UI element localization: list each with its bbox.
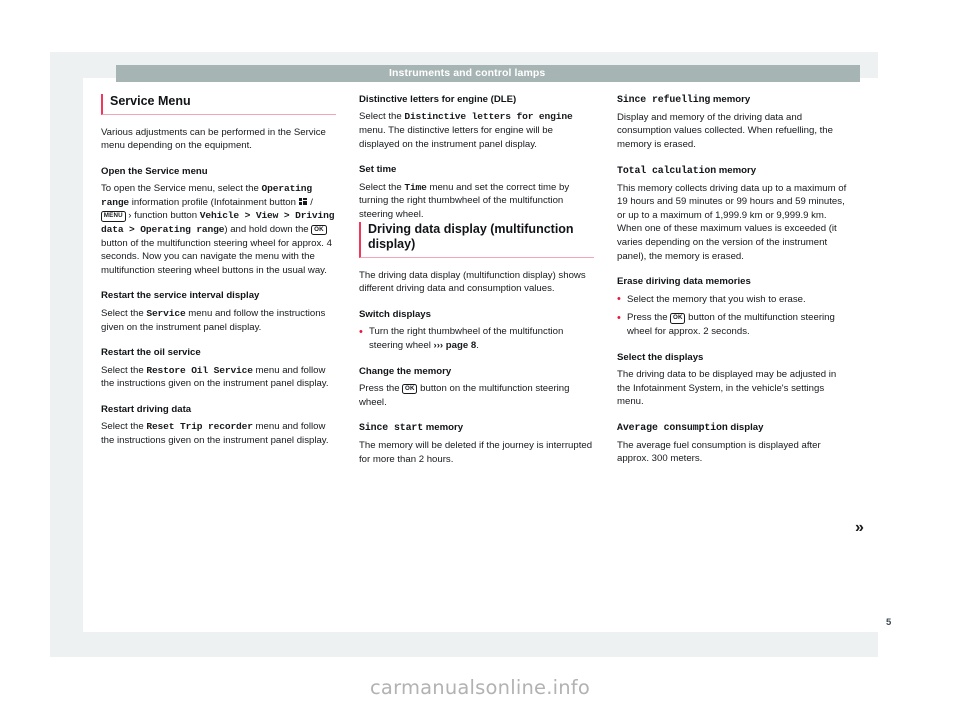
- continuation-marker: »: [855, 519, 864, 536]
- subheading: Since refuelling memory: [617, 94, 751, 105]
- body-paragraph: Select the Restore Oil Service menu and …: [101, 364, 329, 390]
- body-paragraph: The driving data display (multifunction …: [359, 269, 586, 295]
- body-paragraph: Press the OK button on the multifunction…: [359, 382, 570, 408]
- body-paragraph: To open the Service menu, select the Ope…: [101, 183, 335, 276]
- column-left: Service Menu Various adjustments can be p…: [101, 94, 336, 614]
- body-paragraph: Select the Time menu and set the correct…: [359, 181, 570, 220]
- bullet-item: Turn the right thumbwheel of the multifu…: [359, 325, 594, 352]
- subheading: Distinctive letters for engine (DLE): [359, 94, 517, 105]
- ok-button-icon: OK: [311, 224, 327, 236]
- body-paragraph: The driving data to be displayed may be …: [617, 369, 837, 408]
- subheading: Select the displays: [617, 351, 704, 363]
- subheading: Total calculation memory: [617, 164, 757, 176]
- subheading: Since start memory: [359, 422, 464, 434]
- subheading-menu-name: Total calculation: [617, 164, 717, 176]
- page-number: 5: [886, 617, 892, 628]
- body-paragraph: Select the Service menu and follow the i…: [101, 307, 326, 333]
- menu-path-text: Operating range: [101, 183, 312, 208]
- menu-path-text: Restore Oil Service: [146, 364, 253, 376]
- ok-button-icon: OK: [402, 383, 418, 395]
- site-watermark: carmanualsonline.info: [370, 676, 590, 699]
- infotainment-grid-icon: [298, 198, 308, 206]
- column-right: Since refuelling memory Display and memor…: [617, 94, 852, 614]
- menu-path-text: Reset Trip recorder: [146, 421, 253, 433]
- bullet-item: Press the OK button of the multifunction…: [617, 311, 852, 338]
- menu-path-text: Service: [146, 307, 186, 319]
- body-paragraph: The memory will be deleted if the journe…: [359, 440, 593, 465]
- cross-reference[interactable]: ››› page 8: [434, 340, 477, 351]
- bullet-list: Turn the right thumbwheel of the multifu…: [359, 325, 594, 352]
- subheading: Open the Service menu: [101, 165, 208, 177]
- subheading-menu-name: Since refuelling: [617, 94, 711, 105]
- subheading: Restart the oil service: [101, 347, 201, 359]
- body-paragraph: Select the Reset Trip recorder menu and …: [101, 421, 329, 446]
- running-header-bar: Instruments and control lamps: [116, 65, 860, 82]
- subheading: Set time: [359, 164, 397, 176]
- running-header-title: Instruments and control lamps: [389, 67, 546, 79]
- body-paragraph: The average fuel consumption is displaye…: [617, 439, 821, 465]
- body-paragraph: This memory collects driving data up to …: [617, 182, 847, 262]
- section-title: Service Menu: [101, 94, 336, 115]
- subheading: Change the memory: [359, 365, 452, 377]
- subheading: Average consumption display: [617, 421, 764, 433]
- bullet-item: Select the memory that you wish to erase…: [617, 292, 852, 306]
- body-paragraph: Select the Distinctive letters for engin…: [359, 111, 573, 150]
- subheading-menu-name: Since start: [359, 422, 424, 434]
- body-paragraph: Various adjustments can be performed in …: [101, 126, 326, 152]
- bullet-list: Select the memory that you wish to erase…: [617, 292, 852, 339]
- section-title: Driving data display (multifunction disp…: [359, 221, 594, 258]
- ok-button-icon: OK: [670, 312, 686, 324]
- subheading: Restart the service interval display: [101, 290, 260, 302]
- menu-path-text: Distinctive letters for engine: [404, 111, 573, 123]
- subheading: Erase diriving data memories: [617, 276, 751, 288]
- column-middle: Distinctive letters for engine (DLE) Sele…: [359, 94, 594, 614]
- subheading: Switch displays: [359, 308, 431, 320]
- menu-path-text: Vehicle > View > Driving data > Operatin…: [101, 210, 335, 236]
- body-paragraph: Display and memory of the driving data a…: [617, 111, 833, 151]
- subheading-menu-name: Average consumption: [617, 421, 728, 433]
- menu-button-icon: MENU: [101, 211, 126, 222]
- subheading: Restart driving data: [101, 403, 192, 415]
- page-columns: Service Menu Various adjustments can be p…: [101, 94, 873, 614]
- menu-path-text: Time: [404, 181, 427, 193]
